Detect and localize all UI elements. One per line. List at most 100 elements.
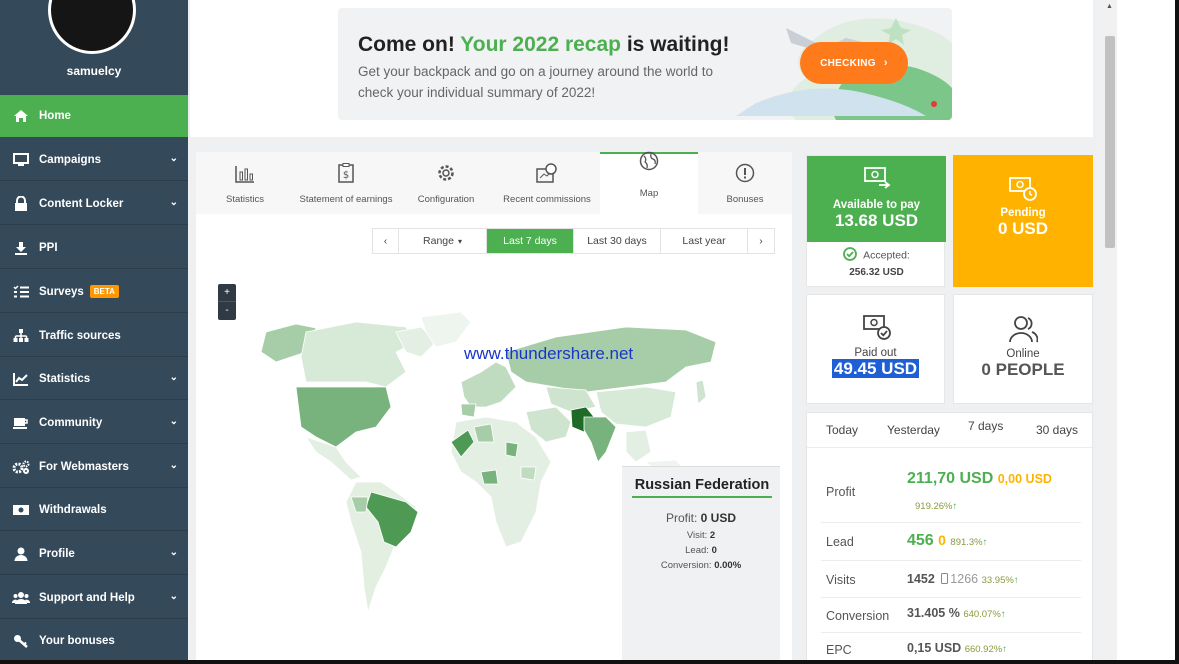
- online-value: 0 PEOPLE: [981, 360, 1065, 379]
- summary-row-profit: Profit 211,70 USD 0,00 USD 919.26%↑: [821, 461, 1081, 523]
- sidebar-item-ppi[interactable]: PPI: [0, 227, 188, 269]
- commissions-icon: [536, 163, 558, 186]
- tab-recent-commissions[interactable]: Recent commissions: [494, 152, 600, 214]
- period-tab-30-days[interactable]: 30 days: [1036, 423, 1078, 437]
- chevron-down-icon: ⌄: [169, 547, 178, 558]
- range-last-7-days[interactable]: Last 7 days: [487, 229, 574, 253]
- arrow-up-icon: ↑: [1000, 609, 1006, 620]
- lead-value-secondary: 0: [938, 532, 946, 548]
- online-title: Online: [1006, 348, 1040, 360]
- download-icon: [12, 240, 30, 256]
- tab-statistics[interactable]: Statistics: [196, 152, 294, 214]
- chevron-down-icon: ⌄: [169, 416, 178, 427]
- scroll-up-arrow[interactable]: ▲: [1106, 3, 1113, 10]
- sidebar-item-label: For Webmasters: [39, 460, 129, 473]
- arrow-up-icon: ↑: [1002, 644, 1007, 655]
- tab-configuration[interactable]: Configuration: [398, 152, 494, 214]
- sidebar-item-support[interactable]: Support and Help ⌄: [0, 577, 188, 619]
- online-card[interactable]: Online 0 PEOPLE: [953, 294, 1093, 404]
- tooltip-lead: Lead: 0: [685, 545, 717, 556]
- sidebar-item-content-locker[interactable]: Content Locker ⌄: [0, 183, 188, 225]
- period-tab-today[interactable]: Today: [826, 423, 858, 437]
- chevron-down-icon: ⌄: [169, 591, 178, 602]
- lead-value: 456: [907, 532, 934, 549]
- epc-value: 0,15 USD: [907, 641, 962, 655]
- tab-label: Configuration: [417, 194, 475, 205]
- summary-row-lead: Lead 456 0 891.3%↑: [821, 523, 1081, 561]
- range-prev-button[interactable]: ‹: [373, 229, 399, 253]
- monitor-icon: [12, 152, 30, 168]
- tab-map[interactable]: Map: [600, 151, 698, 214]
- sidebar-item-surveys[interactable]: Surveys BETA: [0, 271, 188, 313]
- sidebar-item-home[interactable]: Home: [0, 95, 188, 137]
- summary-card: Today Yesterday 7 days 30 days Profit 21…: [806, 412, 1094, 664]
- sidebar-item-withdrawals[interactable]: Withdrawals: [0, 489, 188, 531]
- checking-button[interactable]: CHECKING ›: [800, 42, 908, 84]
- sidebar-item-statistics[interactable]: Statistics ⌄: [0, 358, 188, 400]
- check-circle-icon: [843, 247, 858, 264]
- wallet-check-icon: [807, 314, 944, 347]
- key-icon: [12, 633, 30, 649]
- profit-change: 919.26%↑: [915, 501, 958, 512]
- sidebar-item-bonuses[interactable]: Your bonuses: [0, 620, 188, 662]
- tooltip-visit: Visit: 2: [686, 530, 716, 541]
- money-icon: [12, 502, 30, 518]
- tab-label: Bonuses: [726, 194, 764, 205]
- banner-title: Come on! Your 2022 recap is waiting!: [358, 33, 730, 56]
- range-next-button[interactable]: ›: [748, 229, 774, 253]
- home-icon: [12, 108, 30, 124]
- arrow-up-icon: ↑: [1013, 575, 1019, 586]
- sidebar-item-profile[interactable]: Profile ⌄: [0, 533, 188, 575]
- visits-change: 33.95%↑: [981, 575, 1019, 586]
- range-dropdown[interactable]: Range ▾: [399, 229, 487, 253]
- lock-icon: [12, 196, 30, 212]
- sidebar-item-community[interactable]: Community ⌄: [0, 402, 188, 444]
- bar-chart-icon: [235, 165, 255, 186]
- vertical-scrollbar[interactable]: ▲: [1103, 0, 1117, 664]
- sidebar-item-label: PPI: [39, 241, 58, 254]
- profit-value-secondary: 0,00 USD: [997, 472, 1052, 486]
- range-last-30-days[interactable]: Last 30 days: [574, 229, 661, 253]
- tooltip-conversion: Conversion: 0.00%: [660, 560, 742, 571]
- pending-title: Pending: [1000, 207, 1046, 219]
- paid-out-title: Paid out: [854, 347, 897, 359]
- paid-out-value: 49.45 USD: [831, 359, 920, 378]
- checklist-icon: [12, 284, 30, 300]
- watermark-text: www.thundershare.net: [464, 344, 634, 363]
- sidebar-item-label: Profile: [39, 547, 75, 560]
- period-tab-7-days[interactable]: 7 days: [968, 419, 1003, 433]
- summary-row-conversion: Conversion 31.405 % 640.07%↑: [821, 598, 1081, 633]
- sidebar-item-label: Content Locker: [39, 197, 124, 210]
- scrollbar-thumb[interactable]: [1105, 36, 1115, 248]
- range-last-year[interactable]: Last year: [661, 229, 748, 253]
- zoom-in-button[interactable]: +: [218, 284, 236, 301]
- sidebar-item-label: Surveys: [39, 285, 84, 298]
- period-tab-yesterday[interactable]: Yesterday: [887, 423, 940, 437]
- avatar[interactable]: [48, 0, 136, 54]
- visits-value-secondary: 1266: [950, 572, 979, 586]
- lead-change: 891.3%↑: [950, 537, 988, 548]
- sidebar-item-for-webmasters[interactable]: For Webmasters ⌄: [0, 446, 188, 488]
- sidebar-item-campaigns[interactable]: Campaigns ⌄: [0, 139, 188, 181]
- tab-bonuses[interactable]: Bonuses: [698, 152, 792, 214]
- pending-card[interactable]: Pending 0 USD: [953, 155, 1093, 287]
- profit-label: Profit: [826, 485, 856, 499]
- coffee-icon: [12, 415, 30, 431]
- content-panel: Statistics $ Statement of earnings Confi…: [196, 151, 792, 664]
- tab-statement-of-earnings[interactable]: $ Statement of earnings: [294, 152, 398, 214]
- clipboard-dollar-icon: $: [338, 163, 354, 186]
- caret-down-icon: ▾: [457, 236, 462, 246]
- paid-out-card[interactable]: Paid out 49.45 USD: [806, 294, 945, 404]
- banner-text: Get your backpack and go on a journey ar…: [358, 64, 713, 100]
- user-icon: [12, 546, 30, 562]
- conversion-value: 31.405 %: [907, 606, 960, 620]
- sitemap-icon: [12, 328, 30, 344]
- accepted-value: 256.32 USD: [849, 267, 904, 278]
- chevron-right-icon: ›: [759, 235, 763, 247]
- arrow-up-icon: ↑: [982, 537, 988, 548]
- available-to-pay-card[interactable]: Available to pay 13.68 USD Accepted: 256…: [806, 155, 946, 287]
- range-selector: ‹ Range ▾ Last 7 days Last 30 days Last y…: [372, 228, 775, 254]
- sidebar-item-label: Campaigns: [39, 153, 101, 166]
- recap-banner[interactable]: Come on! Your 2022 recap is waiting! Get…: [338, 8, 952, 120]
- sidebar-item-traffic-sources[interactable]: Traffic sources: [0, 315, 188, 357]
